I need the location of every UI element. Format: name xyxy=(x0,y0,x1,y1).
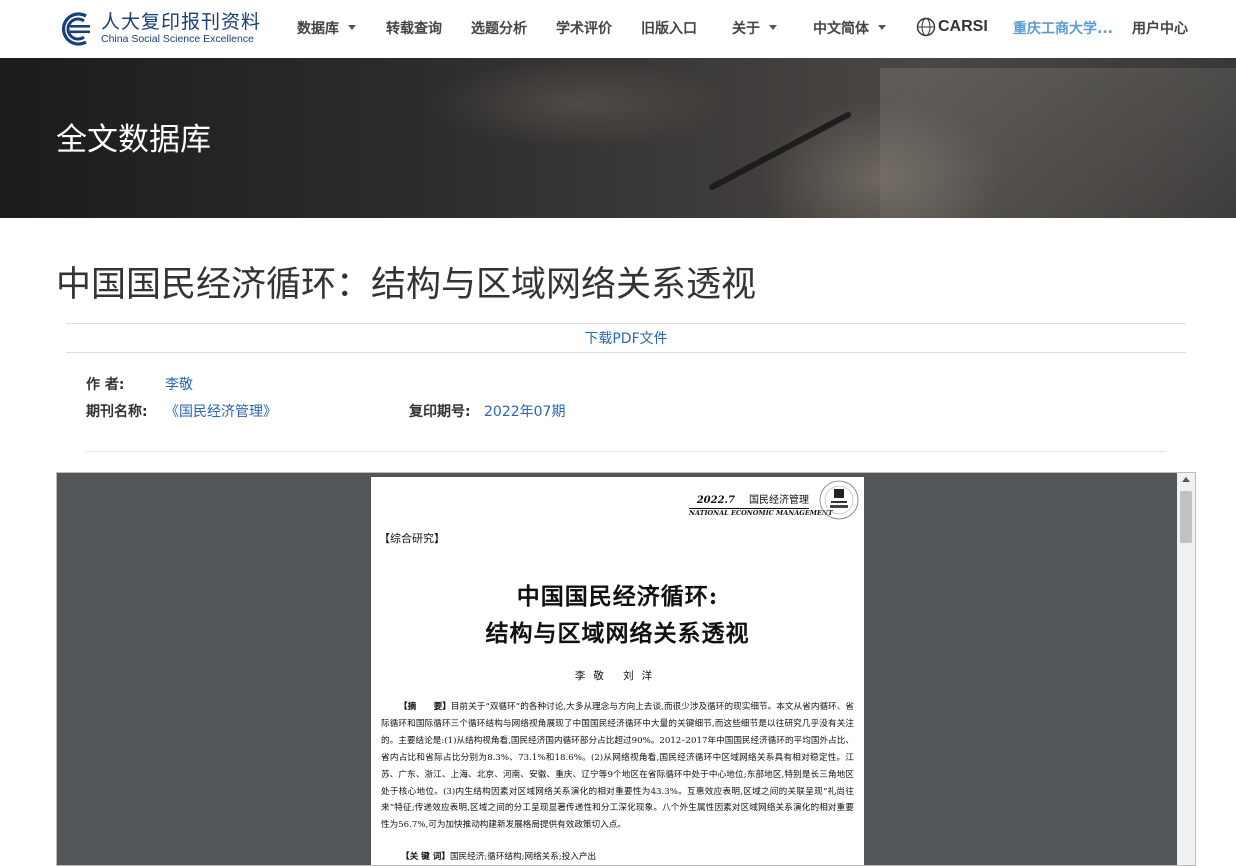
chevron-down-icon xyxy=(769,24,777,30)
journal-link[interactable]: 《国民经济管理》 xyxy=(165,403,277,421)
institution-link[interactable]: 重庆工商大学... xyxy=(1013,20,1113,38)
pdf-viewer-scrollbar[interactable] xyxy=(1177,473,1195,865)
journal-label: 期刊名称: xyxy=(86,404,148,420)
article-title: 中国国民经济循环：结构与区域网络关系透视 xyxy=(56,265,757,305)
site-logo[interactable]: 人大复印报刊资料 China Social Science Excellence xyxy=(56,11,261,47)
nav-academic-evaluation[interactable]: 学术评价 xyxy=(556,20,612,38)
scroll-up-arrow-icon[interactable] xyxy=(1182,477,1190,482)
pdf-abstract-text: 目前关于“双循环”的各种讨论,大多从理念与方向上去谈,而很少涉及循环的现实细节。… xyxy=(381,702,854,831)
nav-academic-evaluation-label: 学术评价 xyxy=(556,21,612,37)
carsi-login[interactable]: CARSI xyxy=(916,17,988,37)
scroll-thumb[interactable] xyxy=(1180,491,1192,543)
top-navbar: 人大复印报刊资料 China Social Science Excellence… xyxy=(0,0,1236,58)
pdf-title-line1: 中国国民经济循环: xyxy=(516,583,719,610)
pdf-keywords-text: 国民经济;循环结构;网络关系;投入产出 xyxy=(449,852,597,862)
chevron-down-icon xyxy=(348,24,356,30)
nav-reprint-query[interactable]: 转载查询 xyxy=(386,20,442,38)
nav-old-version-label: 旧版入口 xyxy=(641,21,697,37)
user-center-link[interactable]: 用户中心 xyxy=(1132,20,1188,38)
nav-reprint-query-label: 转载查询 xyxy=(386,21,442,37)
issue-label: 复印期号: xyxy=(409,404,471,420)
pdf-page-header: 2022.7 国民经济管理 xyxy=(689,495,809,507)
pdf-header-issue: 2022.7 xyxy=(696,495,735,506)
journal-seal-icon xyxy=(819,480,859,520)
author-link[interactable]: 李敬 xyxy=(165,376,193,394)
nav-topic-analysis[interactable]: 选题分析 xyxy=(471,20,527,38)
divider xyxy=(66,323,1186,324)
banner-title: 全文数据库 xyxy=(56,122,211,158)
pdf-viewer[interactable]: 2022.7 国民经济管理 NATIONAL ECONOMIC MANAGEMEN… xyxy=(56,472,1196,866)
nav-language-label: 中文简体 xyxy=(813,21,869,37)
pdf-abstract-label: 【摘 要】 xyxy=(399,702,451,712)
logo-mark-icon xyxy=(61,12,90,46)
nav-topic-analysis-label: 选题分析 xyxy=(471,21,527,37)
nav-about-label: 关于 xyxy=(732,21,760,37)
logo-english-text: China Social Science Excellence xyxy=(101,33,254,45)
nav-language[interactable]: 中文简体 xyxy=(813,20,886,38)
pdf-keywords-label: 【关 键 词】 xyxy=(401,852,450,862)
page-banner: 全文数据库 xyxy=(0,58,1236,218)
pdf-header-journal: 国民经济管理 xyxy=(749,495,809,506)
chevron-down-icon xyxy=(878,24,886,30)
pdf-authors: 李敬 刘洋 xyxy=(574,670,661,682)
pdf-abstract: 【摘 要】目前关于“双循环”的各种讨论,大多从理念与方向上去谈,而很少涉及循环的… xyxy=(381,699,854,834)
pdf-page: 2022.7 国民经济管理 NATIONAL ECONOMIC MANAGEMEN… xyxy=(371,477,864,865)
nav-about[interactable]: 关于 xyxy=(732,20,777,38)
nav-database[interactable]: 数据库 xyxy=(297,20,356,38)
divider xyxy=(66,352,1186,353)
carsi-label: CARSI xyxy=(938,18,988,35)
divider xyxy=(86,451,1166,452)
carsi-globe-icon xyxy=(916,17,936,37)
banner-decoration xyxy=(430,58,730,148)
author-label: 作 者: xyxy=(86,377,125,393)
logo-chinese-text: 人大复印报刊资料 xyxy=(101,11,262,33)
nav-old-version[interactable]: 旧版入口 xyxy=(641,20,697,38)
download-pdf-link[interactable]: 下载PDF文件 xyxy=(0,330,1236,348)
pdf-title-line2: 结构与区域网络关系透视 xyxy=(485,620,750,647)
nav-database-label: 数据库 xyxy=(297,21,339,37)
pdf-header-english: NATIONAL ECONOMIC MANAGEMENT xyxy=(689,509,833,517)
issue-value: 2022年07期 xyxy=(484,404,566,420)
pdf-section-tag: 【综合研究】 xyxy=(379,532,445,545)
pdf-keywords: 【关 键 词】国民经济;循环结构;网络关系;投入产出 xyxy=(401,850,851,864)
